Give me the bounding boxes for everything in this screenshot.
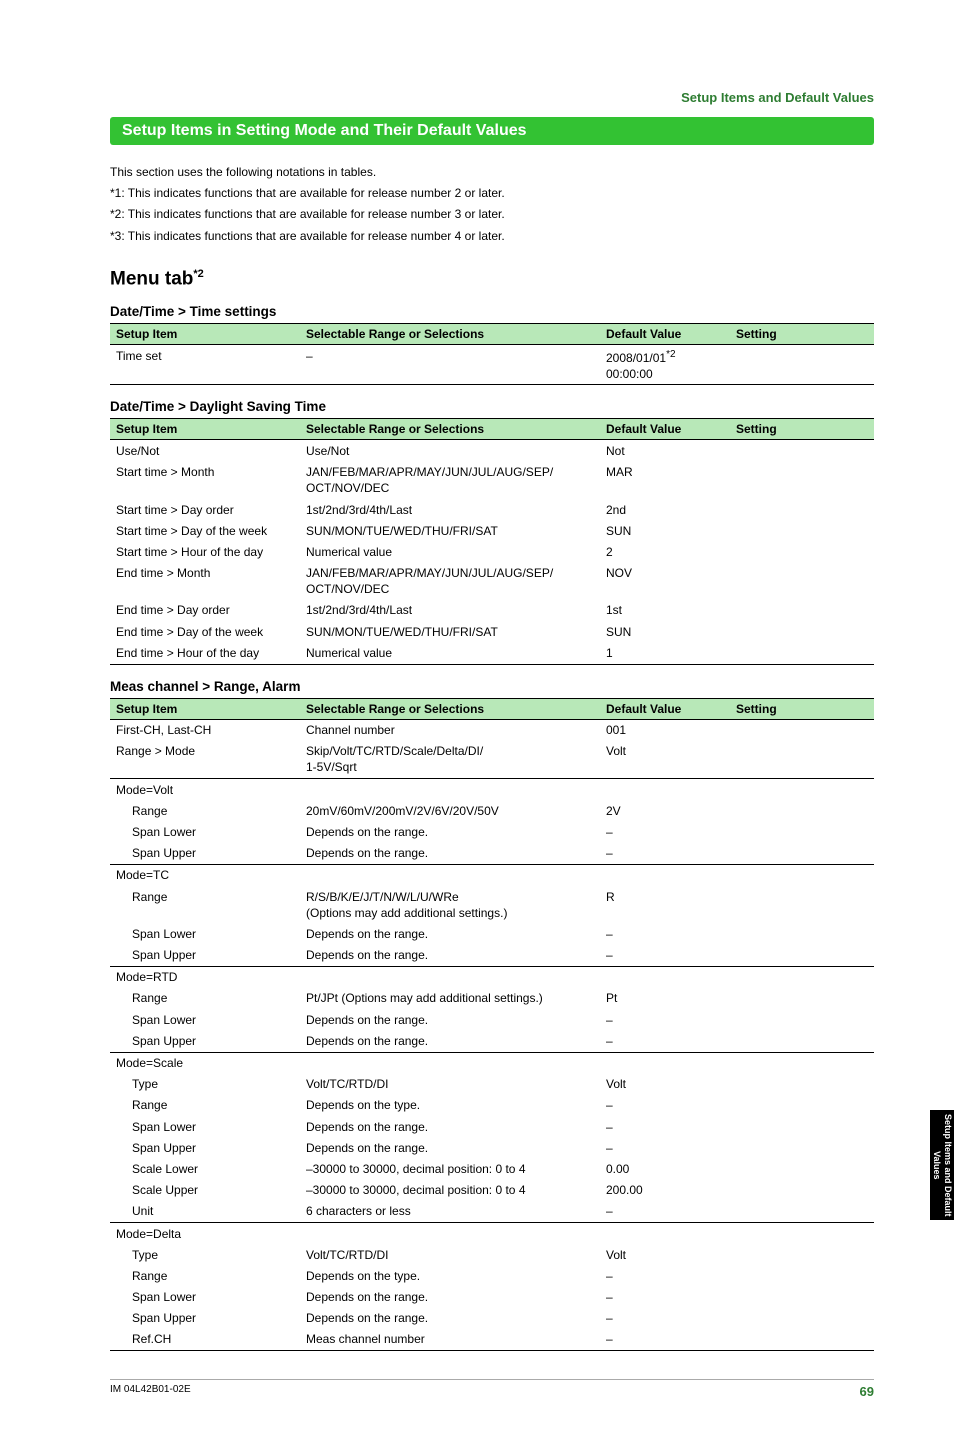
table-row: RangeR/S/B/K/E/J/T/N/W/L/U/WRe(Options m… — [110, 886, 874, 923]
table-row: Span UpperDepends on the range.– — [110, 843, 874, 865]
table-row: End time > MonthJAN/FEB/MAR/APR/MAY/JUN/… — [110, 563, 874, 600]
col-header: Setup Item — [110, 698, 300, 719]
doc-section-header: Setup Items and Default Values — [110, 90, 874, 105]
table-row: Span UpperDepends on the range.– — [110, 945, 874, 967]
intro-line: *3: This indicates functions that are av… — [110, 227, 874, 246]
table-title: Meas channel > Range, Alarm — [110, 679, 874, 694]
intro-line: *1: This indicates functions that are av… — [110, 184, 874, 203]
page-number: 69 — [860, 1384, 874, 1399]
menu-heading: Menu tab*2 — [110, 268, 874, 290]
meas-channel-table: Setup Item Selectable Range or Selection… — [110, 698, 874, 1352]
table-row: First-CH, Last-CHChannel number001 — [110, 719, 874, 741]
table-row: RangeDepends on the type.– — [110, 1265, 874, 1286]
table-row: Span UpperDepends on the range.– — [110, 1030, 874, 1052]
table-title: Date/Time > Daylight Saving Time — [110, 399, 874, 414]
col-header: Setup Item — [110, 419, 300, 440]
table-row: Span LowerDepends on the range.– — [110, 821, 874, 842]
table-row: Mode=Delta — [110, 1223, 874, 1245]
table-row: Start time > Day order1st/2nd/3rd/4th/La… — [110, 499, 874, 520]
table-row: End time > Day of the weekSUN/MON/TUE/WE… — [110, 621, 874, 642]
table-row: Span LowerDepends on the range.– — [110, 1287, 874, 1308]
col-header: Setting — [730, 324, 874, 345]
section-title-bar: Setup Items in Setting Mode and Their De… — [110, 117, 874, 145]
col-header: Default Value — [600, 419, 730, 440]
table-row: Span UpperDepends on the range.– — [110, 1137, 874, 1158]
table-row: Span LowerDepends on the range.– — [110, 923, 874, 944]
col-header: Setting — [730, 698, 874, 719]
table-row: Start time > MonthJAN/FEB/MAR/APR/MAY/JU… — [110, 462, 874, 499]
col-header: Selectable Range or Selections — [300, 698, 600, 719]
table-row: End time > Day order1st/2nd/3rd/4th/Last… — [110, 600, 874, 621]
intro-line: This section uses the following notation… — [110, 163, 874, 182]
col-header: Default Value — [600, 324, 730, 345]
table-row: Unit6 characters or less– — [110, 1201, 874, 1223]
col-header: Setting — [730, 419, 874, 440]
dst-table: Setup Item Selectable Range or Selection… — [110, 418, 874, 664]
table-row: Mode=Volt — [110, 779, 874, 801]
table-row: End time > Hour of the dayNumerical valu… — [110, 642, 874, 664]
table-row: Scale Lower–30000 to 30000, decimal posi… — [110, 1158, 874, 1179]
col-header: Setup Item — [110, 324, 300, 345]
table-row: Mode=Scale — [110, 1052, 874, 1074]
table-row: Ref.CHMeas channel number– — [110, 1329, 874, 1351]
table-row: Mode=TC — [110, 864, 874, 886]
col-header: Selectable Range or Selections — [300, 419, 600, 440]
table-row: Span LowerDepends on the range.– — [110, 1116, 874, 1137]
table-title: Date/Time > Time settings — [110, 304, 874, 319]
table-row: Start time > Day of the weekSUN/MON/TUE/… — [110, 520, 874, 541]
table-row: Start time > Hour of the dayNumerical va… — [110, 541, 874, 562]
doc-id: IM 04L42B01-02E — [110, 1384, 191, 1399]
cell-def: 2008/01/01*200:00:00 — [600, 345, 730, 385]
table-row: Span LowerDepends on the range.– — [110, 1009, 874, 1030]
col-header: Default Value — [600, 698, 730, 719]
menu-heading-text: Menu tab — [110, 268, 193, 289]
table-row: Time set – 2008/01/01*200:00:00 — [110, 345, 874, 385]
cell-item: Time set — [110, 345, 300, 385]
cell-sel: – — [300, 345, 600, 385]
intro-block: This section uses the following notation… — [110, 163, 874, 246]
table-row: TypeVolt/TC/RTD/DIVolt — [110, 1244, 874, 1265]
col-header: Selectable Range or Selections — [300, 324, 600, 345]
intro-line: *2: This indicates functions that are av… — [110, 205, 874, 224]
table-row: RangeDepends on the type.– — [110, 1095, 874, 1116]
menu-heading-sup: *2 — [193, 268, 203, 280]
table-row: Span UpperDepends on the range.– — [110, 1308, 874, 1329]
table-row: RangePt/JPt (Options may add additional … — [110, 988, 874, 1009]
table-row: Use/NotUse/NotNot — [110, 440, 874, 462]
side-tab: Setup Items and Default Values — [930, 1110, 954, 1220]
table-row: Range > ModeSkip/Volt/TC/RTD/Scale/Delta… — [110, 741, 874, 779]
table-row: Scale Upper–30000 to 30000, decimal posi… — [110, 1180, 874, 1201]
table-row: Mode=RTD — [110, 966, 874, 988]
table-row: Range20mV/60mV/200mV/2V/6V/20V/50V2V — [110, 800, 874, 821]
time-settings-table: Setup Item Selectable Range or Selection… — [110, 323, 874, 385]
table-row: TypeVolt/TC/RTD/DIVolt — [110, 1074, 874, 1095]
